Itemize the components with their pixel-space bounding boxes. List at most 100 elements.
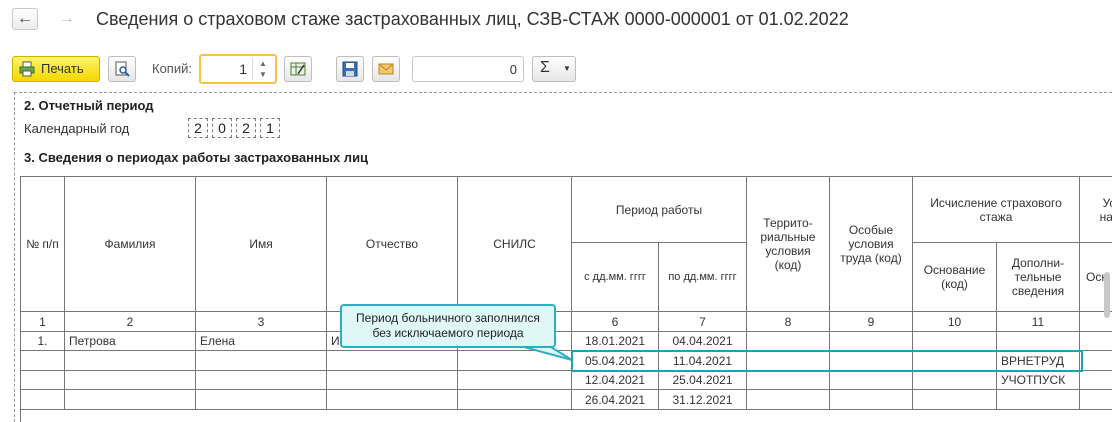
page-title: Сведения о страховом стаже застрахованны… xyxy=(96,9,849,29)
back-button[interactable]: ← xyxy=(12,8,38,30)
forward-button[interactable]: → xyxy=(54,8,80,30)
col-number: 2 xyxy=(65,312,196,332)
table-cell-to: 31.12.2021 xyxy=(659,390,747,410)
arrow-right-icon: → xyxy=(59,10,75,27)
table-cell xyxy=(747,332,830,351)
header-calc: Исчисление страхового стажа xyxy=(913,177,1080,243)
preview-button[interactable] xyxy=(108,56,136,82)
table-cell-patronymic xyxy=(327,390,458,410)
table-cell-num: 1. xyxy=(21,332,65,351)
print-button-label: Печать xyxy=(41,61,84,76)
sum-icon: Σ xyxy=(540,59,550,76)
table-cell xyxy=(747,371,830,390)
highlight-sick-leave-row xyxy=(571,350,1083,372)
section3-title: 3. Сведения о периодах работы застрахова… xyxy=(24,150,369,165)
sum-value: 0 xyxy=(509,62,517,77)
copies-input[interactable]: 1 ▲ ▼ xyxy=(199,54,277,84)
table-cell-name xyxy=(196,351,327,371)
sum-menu-button[interactable]: Σ ▼ xyxy=(532,56,576,82)
header-from: с дд.мм. гггг xyxy=(572,243,659,312)
table-edit-icon xyxy=(290,62,306,76)
table-cell-from: 18.01.2021 xyxy=(572,332,659,351)
spin-down-icon[interactable]: ▼ xyxy=(253,69,273,80)
col-number: 1 xyxy=(21,312,65,332)
spin-up-icon[interactable]: ▲ xyxy=(253,58,273,69)
chevron-down-icon: ▼ xyxy=(563,64,571,73)
year-digit: 2 xyxy=(236,118,256,138)
year-digit: 0 xyxy=(212,118,232,138)
table-cell-additional xyxy=(997,332,1080,351)
year-digit: 1 xyxy=(260,118,280,138)
table-cell-patronymic xyxy=(327,371,458,390)
table-cell-surname xyxy=(65,351,196,371)
col-number: 9 xyxy=(830,312,913,332)
table-cell-from: 26.04.2021 xyxy=(572,390,659,410)
sum-field[interactable]: 0 xyxy=(412,56,524,82)
header-cut-top: Ус наз xyxy=(1080,177,1112,243)
table-cell-num xyxy=(21,351,65,371)
copies-label: Копий: xyxy=(152,61,192,76)
calendar-year-label: Календарный год xyxy=(24,121,130,136)
table-cell xyxy=(747,390,830,410)
copies-spinner[interactable]: ▲ ▼ xyxy=(252,58,273,80)
table-cell-snils xyxy=(458,390,572,410)
header-to: по дд.мм. гггг xyxy=(659,243,747,312)
table-cell xyxy=(913,332,997,351)
col-number: 3 xyxy=(196,312,327,332)
callout-line2: без исключаемого периода xyxy=(372,326,524,340)
header-period: Период работы xyxy=(572,177,747,243)
header-additional: Дополни- тельные сведения xyxy=(997,243,1080,312)
table-cell-num xyxy=(21,371,65,390)
table-cell-num xyxy=(21,390,65,410)
save-icon xyxy=(342,61,358,77)
col-number: 8 xyxy=(747,312,830,332)
callout-note: Период больничного заполнился без исключ… xyxy=(340,304,556,348)
header-special: Особые условия труда (код) xyxy=(830,177,913,312)
col-number: 7 xyxy=(659,312,747,332)
section2-title: 2. Отчетный период xyxy=(24,98,154,113)
table-cell xyxy=(1080,390,1112,410)
print-button[interactable]: Печать xyxy=(12,56,100,82)
printer-icon xyxy=(19,61,35,77)
mail-button[interactable] xyxy=(372,56,400,82)
table-cell-name xyxy=(196,390,327,410)
header-patronymic: Отчество xyxy=(327,177,458,312)
table-cell-snils xyxy=(458,371,572,390)
callout-line1: Период больничного заполнился xyxy=(356,311,540,325)
header-name: Имя xyxy=(196,177,327,312)
table-cell xyxy=(1080,371,1112,390)
header-basis: Основание (код) xyxy=(913,243,997,312)
table-cell-surname: Петрова xyxy=(65,332,196,351)
table-cell-additional: УЧОТПУСК xyxy=(997,371,1080,390)
table-cell-to: 25.04.2021 xyxy=(659,371,747,390)
copies-value: 1 xyxy=(239,61,247,77)
table-cell-surname xyxy=(65,371,196,390)
mail-icon xyxy=(378,63,394,75)
table-cell-name: Елена xyxy=(196,332,327,351)
header-surname: Фамилия xyxy=(65,177,196,312)
col-number: 11 xyxy=(997,312,1080,332)
scrollbar-thumb[interactable] xyxy=(1104,272,1110,318)
col-number: 6 xyxy=(572,312,659,332)
header-snils: СНИЛС xyxy=(458,177,572,312)
table-cell xyxy=(830,371,913,390)
header-territorial: Террито- риальные условия (код) xyxy=(747,177,830,312)
document-border-left xyxy=(14,92,16,422)
table-edit-button[interactable] xyxy=(284,56,312,82)
table-cell xyxy=(830,332,913,351)
year-digit: 2 xyxy=(188,118,208,138)
table-cell-additional xyxy=(997,390,1080,410)
arrow-left-icon: ← xyxy=(17,10,33,27)
table-cell xyxy=(1080,332,1112,351)
col-number: 10 xyxy=(913,312,997,332)
table-cell xyxy=(1080,351,1112,371)
table-cell-patronymic xyxy=(327,351,458,371)
header-num: № п/п xyxy=(21,177,65,312)
table-cell xyxy=(830,390,913,410)
table-cell xyxy=(913,390,997,410)
table-cell-surname xyxy=(65,390,196,410)
preview-icon xyxy=(115,61,130,77)
table-cell-from: 12.04.2021 xyxy=(572,371,659,390)
table-cell-to: 04.04.2021 xyxy=(659,332,747,351)
save-button[interactable] xyxy=(336,56,364,82)
